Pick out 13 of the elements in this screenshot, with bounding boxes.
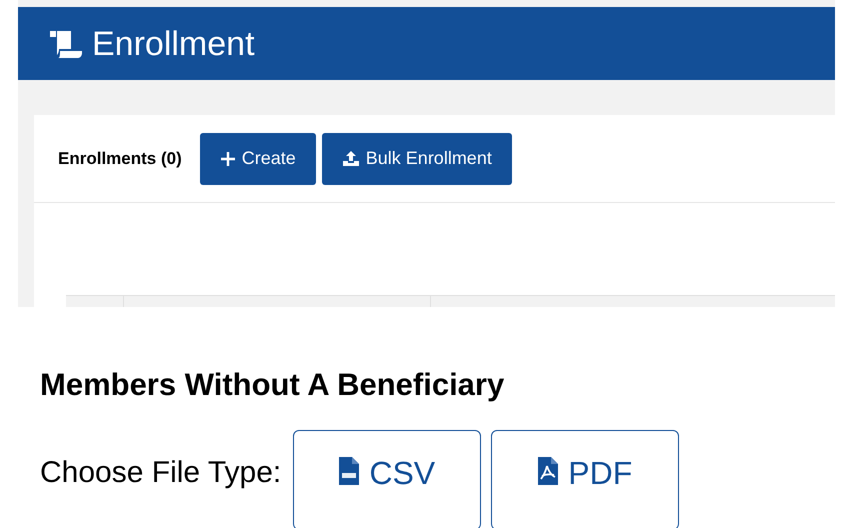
file-type-button[interactable]: CSV (293, 430, 482, 528)
toolbar-button[interactable]: Create (200, 132, 316, 184)
upload-icon (342, 150, 360, 167)
scroll-icon (48, 28, 84, 58)
plus-icon (220, 150, 236, 166)
pdf-file-icon (538, 457, 558, 485)
toolbar-button[interactable]: Bulk Enrollment (322, 132, 512, 184)
report-title: Members Without A Beneficiary (40, 369, 506, 400)
file-type-button[interactable]: PDF (491, 430, 680, 528)
section-title: Enrollments (0) (58, 148, 182, 170)
page-title: Enrollment (92, 26, 255, 60)
file-type-label: Choose File Type: (40, 458, 282, 488)
csv-file-icon (339, 457, 360, 485)
